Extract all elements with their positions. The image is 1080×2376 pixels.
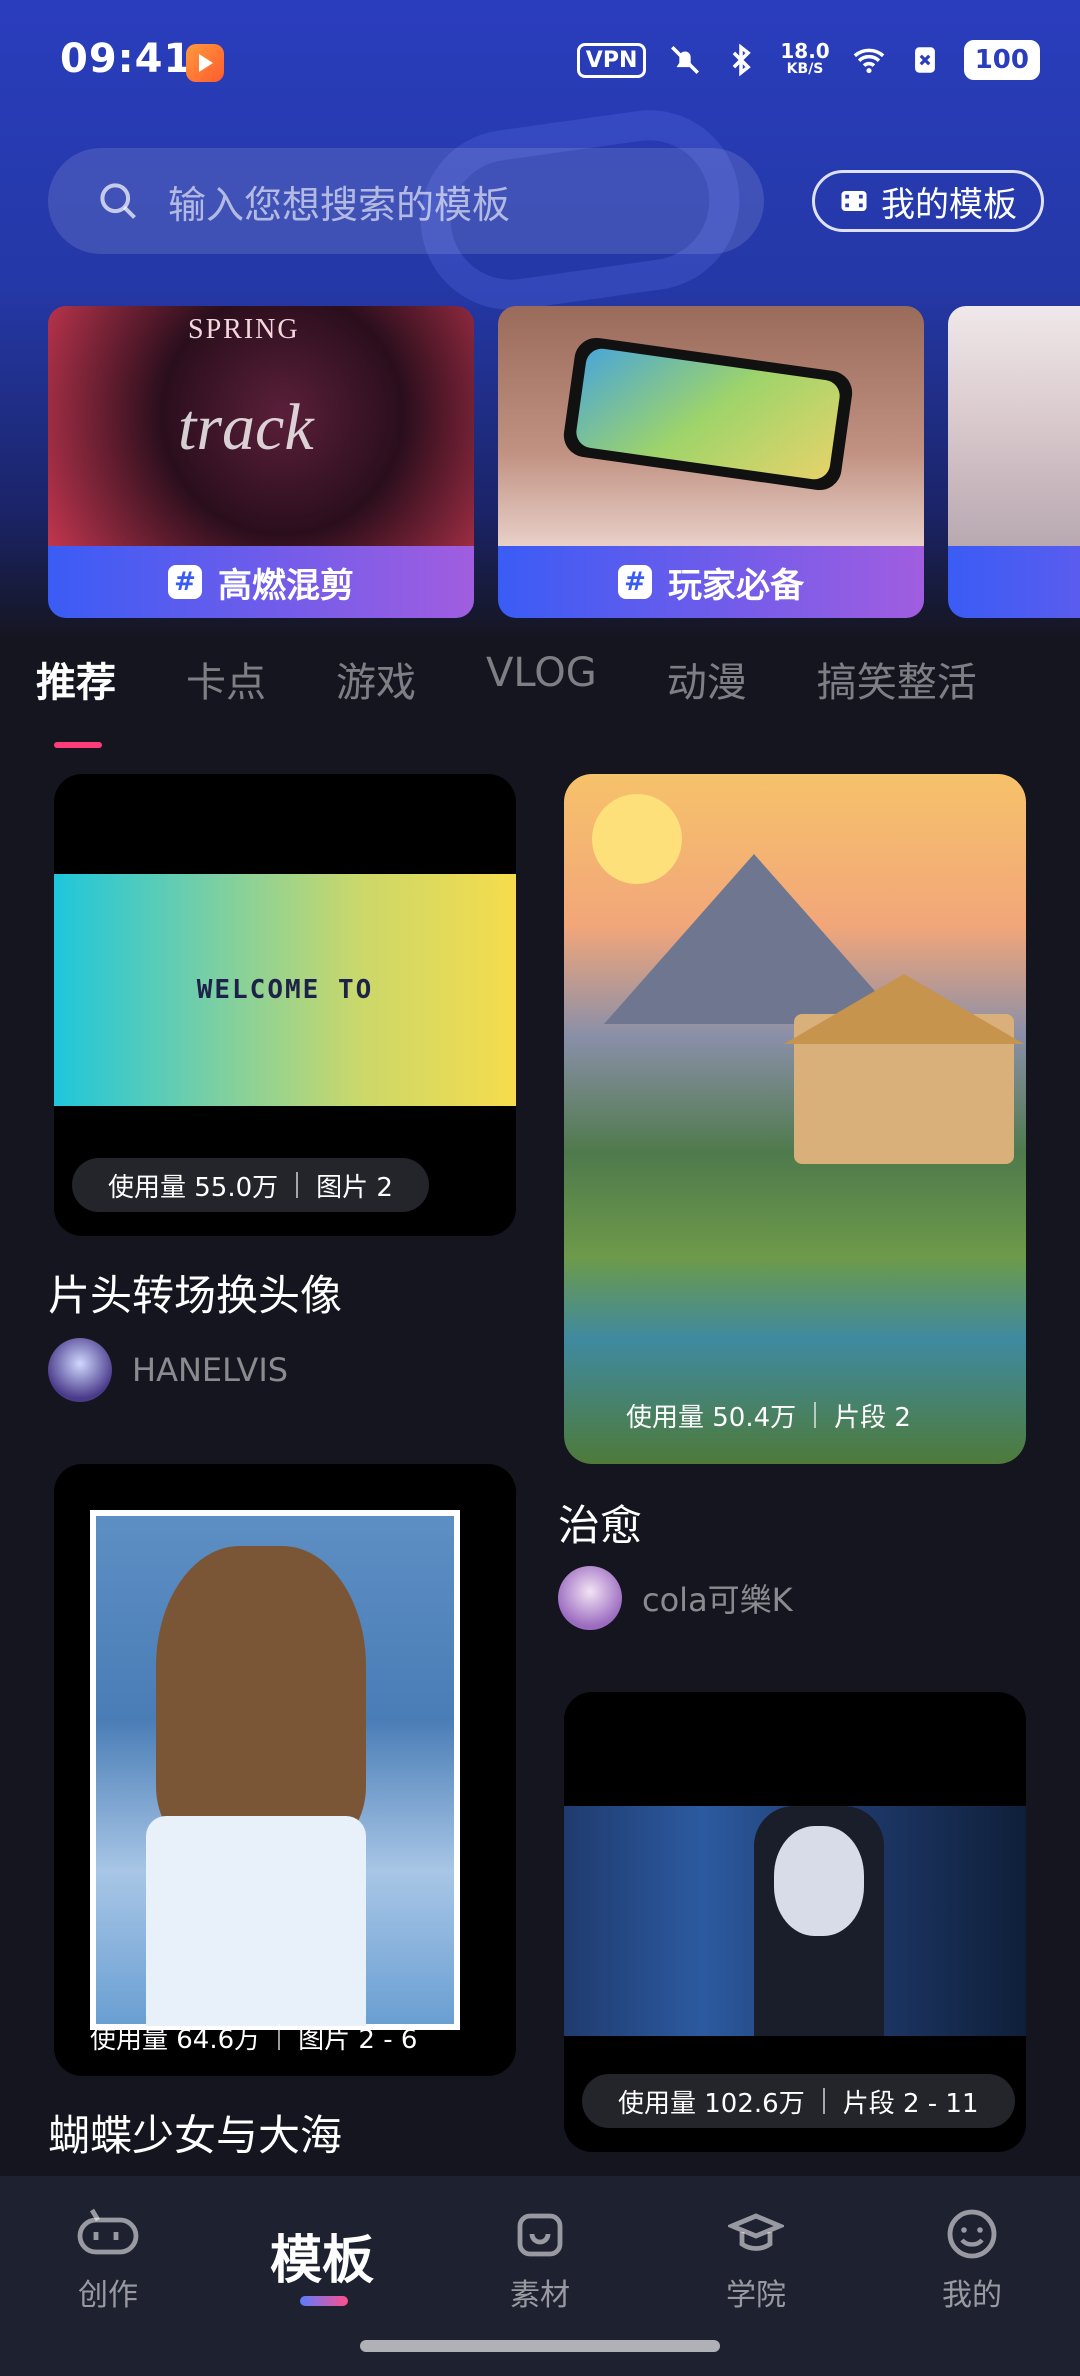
- banner-image: SPRING track: [48, 306, 474, 546]
- badge-divider: [814, 1402, 817, 1428]
- nav-materials[interactable]: 素材: [470, 2206, 610, 2314]
- usage-count: 使用量 102.6万: [618, 2088, 805, 2119]
- usage-count: 使用量 64.6万: [90, 2024, 261, 2055]
- usage-badge: 使用量 64.6万 图片 2 - 6: [54, 2010, 453, 2064]
- banner-image: [498, 306, 924, 546]
- badge-divider: [296, 1172, 299, 1198]
- usage-badge: 使用量 50.4万 片段 2: [590, 1388, 947, 1442]
- card-title[interactable]: 片头转场换头像: [48, 1262, 342, 1323]
- card-title[interactable]: 蝴蝶少女与大海: [48, 2102, 342, 2163]
- topic-banners: SPRING track # 高燃混剪 # 玩家必备 #: [48, 306, 1080, 618]
- badge-divider: [822, 2088, 825, 2114]
- card-preview: [90, 1510, 460, 2030]
- tab-vlog[interactable]: VLOG: [486, 650, 597, 708]
- banner-label-bar: #: [948, 546, 1080, 618]
- card-preview: WELCOME TO: [54, 874, 516, 1106]
- nav-templates[interactable]: 模板: [270, 2218, 374, 2293]
- preview-text: WELCOME TO: [196, 975, 374, 1005]
- status-bar: 09:41 VPN 18.0 KB/S 100: [0, 0, 1080, 130]
- tab-recommended[interactable]: 推荐: [36, 650, 116, 708]
- author-name: HANELVIS: [132, 1351, 289, 1389]
- nav-mine[interactable]: 我的: [902, 2206, 1042, 2314]
- template-card[interactable]: 使用量 102.6万 片段 2 - 11: [564, 1692, 1026, 2152]
- nav-label: 素材: [510, 2278, 570, 2313]
- template-card[interactable]: 使用量 50.4万 片段 2: [564, 774, 1026, 1464]
- speed-unit: KB/S: [786, 61, 824, 77]
- card-preview: [564, 774, 1026, 1464]
- network-speed: 18.0 KB/S: [780, 39, 830, 78]
- bluetooth-icon: [733, 43, 752, 77]
- active-nav-indicator: [300, 2296, 348, 2306]
- media-count: 片段 2: [834, 1402, 911, 1433]
- tab-games[interactable]: 游戏: [336, 650, 416, 708]
- vpn-icon: VPN: [576, 42, 647, 78]
- category-tabs: 推荐 卡点 游戏 VLOG 动漫 搞笑整活: [36, 650, 977, 708]
- card-author[interactable]: HANELVIS: [48, 1338, 288, 1402]
- media-count: 图片 2: [316, 1172, 393, 1203]
- template-card[interactable]: WELCOME TO 使用量 55.0万 图片 2: [54, 774, 516, 1236]
- card-preview: [564, 1806, 1026, 2036]
- battery-indicator: 100: [963, 40, 1040, 80]
- banner-card[interactable]: SPRING track # 高燃混剪: [48, 306, 474, 618]
- status-icons: VPN 18.0 KB/S 100: [576, 39, 1040, 80]
- active-tab-indicator: [54, 742, 102, 748]
- create-icon: [77, 2208, 139, 2255]
- avatar: [558, 1566, 622, 1630]
- avatar: [48, 1338, 112, 1402]
- banner-label-bar: # 玩家必备: [498, 546, 924, 618]
- nav-label: 学院: [726, 2278, 786, 2313]
- tab-beat[interactable]: 卡点: [186, 650, 266, 708]
- status-time: 09:41: [60, 36, 193, 82]
- nav-academy[interactable]: 学院: [686, 2206, 826, 2314]
- speed-value: 18.0: [780, 39, 830, 63]
- usage-count: 使用量 50.4万: [626, 1402, 797, 1433]
- card-title[interactable]: 治愈: [558, 1492, 642, 1553]
- nav-create[interactable]: 创作: [38, 2206, 178, 2314]
- usage-count: 使用量 55.0万: [108, 1172, 279, 1203]
- tab-funny[interactable]: 搞笑整活: [817, 650, 977, 708]
- graduation-cap-icon: [728, 2213, 784, 2251]
- no-sim-icon: [914, 47, 935, 73]
- search-icon: [100, 183, 136, 219]
- banner-label: 高燃混剪: [218, 565, 354, 606]
- hashtag-icon: #: [168, 565, 202, 599]
- template-card[interactable]: 使用量 64.6万 图片 2 - 6: [54, 1464, 516, 2076]
- banner-card[interactable]: #: [948, 306, 1080, 618]
- film-icon: [841, 191, 867, 211]
- usage-badge: 使用量 102.6万 片段 2 - 11: [582, 2074, 1015, 2128]
- banner-image: [948, 306, 1080, 546]
- hashtag-icon: #: [618, 565, 652, 599]
- card-author[interactable]: cola可樂K: [558, 1566, 793, 1630]
- author-name: cola可樂K: [642, 1581, 793, 1619]
- badge-divider: [278, 2024, 281, 2050]
- wifi-icon: [853, 48, 885, 74]
- usage-badge: 使用量 55.0万 图片 2: [72, 1158, 429, 1212]
- nav-label: 创作: [78, 2278, 138, 2313]
- search-bar[interactable]: 输入您想搜索的模板: [48, 148, 764, 254]
- smiley-icon: [947, 2209, 997, 2259]
- banner-label: 玩家必备: [668, 565, 804, 606]
- search-placeholder: 输入您想搜索的模板: [168, 182, 511, 227]
- my-templates-label: 我的模板: [881, 184, 1017, 225]
- tab-anime[interactable]: 动漫: [667, 650, 747, 708]
- media-count: 图片 2 - 6: [298, 2024, 418, 2055]
- my-templates-button[interactable]: 我的模板: [812, 170, 1044, 232]
- app-notification-icon: [186, 44, 224, 82]
- media-count: 片段 2 - 11: [842, 2088, 979, 2119]
- nav-label: 我的: [942, 2278, 1002, 2313]
- banner-label-bar: # 高燃混剪: [48, 546, 474, 618]
- materials-icon: [517, 2213, 563, 2257]
- mute-bell-icon: [671, 45, 700, 75]
- home-indicator[interactable]: [360, 2340, 720, 2352]
- banner-card[interactable]: # 玩家必备: [498, 306, 924, 618]
